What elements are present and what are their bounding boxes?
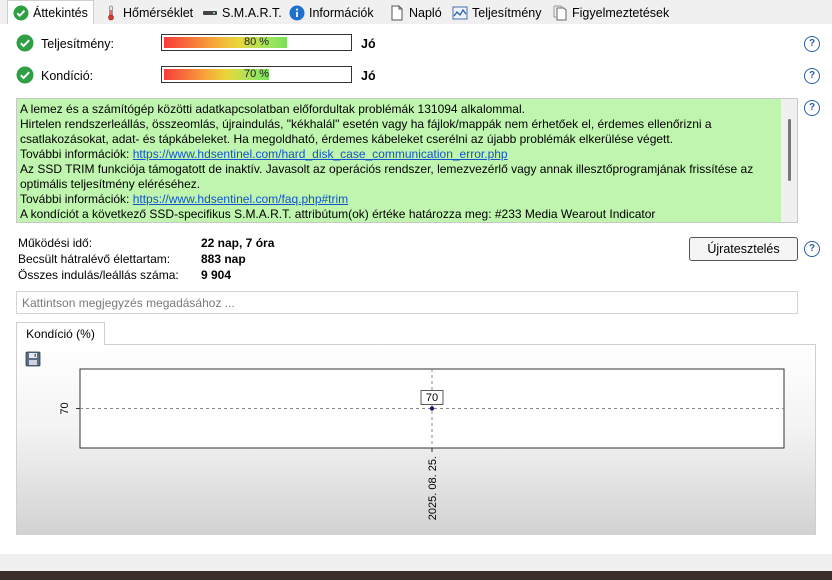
- check-circle-icon: [16, 34, 34, 52]
- trim-faq-link[interactable]: https://www.hdsentinel.com/faq.php#trim: [133, 192, 348, 206]
- message-line: Az SSD TRIM funkciója támogatott de inak…: [20, 162, 754, 191]
- document-icon: [391, 5, 403, 21]
- remaining-lifetime-value: 883 nap: [201, 252, 246, 266]
- taskbar-background: [0, 571, 832, 580]
- message-line: Hirtelen rendszerleállás, összeomlás, új…: [20, 117, 712, 146]
- health-bar: 70 %: [161, 66, 352, 83]
- check-circle-icon: [16, 66, 34, 84]
- tab-label: Áttekintés: [33, 6, 88, 20]
- performance-verdict: Jó: [361, 37, 376, 51]
- performance-bar-text: 80 %: [243, 36, 270, 48]
- performance-bar: 80 %: [161, 34, 352, 51]
- tab-label: Információk: [309, 6, 374, 20]
- thermometer-icon: [108, 5, 114, 21]
- status-message-box: A lemez és a számítógép közötti adatkapc…: [16, 98, 798, 223]
- uptime-label: Működési idő:: [18, 236, 93, 250]
- health-chart: 70 70 2025. 08. 25.: [59, 368, 785, 520]
- tab-label: S.M.A.R.T.: [222, 6, 282, 20]
- power-cycles-value: 9 904: [201, 268, 232, 282]
- alerts-icon: [553, 5, 567, 21]
- tab-alerts[interactable]: Figyelmeztetések: [546, 2, 675, 23]
- taskbar-strip: [0, 554, 832, 580]
- tab-label: Napló: [409, 6, 442, 20]
- tab-log[interactable]: Napló: [383, 2, 448, 23]
- data-label: 70: [426, 392, 438, 404]
- help-icon[interactable]: ?: [804, 100, 820, 116]
- more-info-label: További információk:: [20, 192, 133, 206]
- tab-information[interactable]: Információk: [283, 2, 380, 23]
- tab-smart[interactable]: S.M.A.R.T.: [196, 2, 288, 23]
- note-input[interactable]: [16, 291, 798, 314]
- remaining-lifetime-label: Becsült hátralévő élettartam:: [18, 252, 171, 266]
- drive-icon: [203, 11, 217, 15]
- data-point: [429, 406, 435, 411]
- tab-bar: Áttekintés Hőmérséklet S.M.A.R.T. Inform…: [0, 0, 832, 25]
- y-tick-label: 70: [59, 402, 71, 414]
- health-label: Kondíció:: [41, 69, 94, 83]
- message-line: A lemez és a számítógép közötti adatkapc…: [20, 102, 525, 116]
- help-icon[interactable]: ?: [804, 36, 820, 52]
- communication-error-link[interactable]: https://www.hdsentinel.com/hard_disk_cas…: [133, 147, 508, 161]
- tab-temperature[interactable]: Hőmérséklet: [97, 2, 199, 23]
- overview-panel: Teljesítmény: 80 % Jó ? Kondíció: 70 % J…: [0, 24, 832, 554]
- tab-health-chart[interactable]: Kondíció (%): [16, 322, 105, 345]
- more-info-label: További információk:: [20, 147, 133, 161]
- message-line: További információk: https://www.hdsenti…: [20, 147, 778, 162]
- performance-label: Teljesítmény:: [41, 37, 114, 51]
- tab-performance[interactable]: Teljesítmény: [446, 2, 547, 23]
- scrollbar-thumb[interactable]: [788, 119, 791, 181]
- message-line: A kondíciót a következő SSD-specifikus S…: [20, 207, 656, 221]
- health-bar-text: 70 %: [243, 68, 270, 80]
- info-icon: [289, 5, 305, 21]
- health-chart-area: 70 70 2025. 08. 25.: [16, 344, 816, 535]
- tab-label: Figyelmeztetések: [572, 6, 670, 20]
- help-icon[interactable]: ?: [804, 241, 820, 257]
- message-line: További információk: https://www.hdsenti…: [20, 192, 778, 207]
- check-circle-icon: [13, 5, 29, 21]
- power-cycles-label: Összes indulás/leállás száma:: [18, 268, 179, 282]
- message-scrollbar[interactable]: [781, 99, 797, 222]
- tab-overview[interactable]: Áttekintés: [7, 0, 94, 25]
- x-tick-label: 2025. 08. 25.: [427, 456, 439, 520]
- retest-button[interactable]: Újratesztelés: [689, 237, 798, 261]
- health-verdict: Jó: [361, 69, 376, 83]
- uptime-value: 22 nap, 7 óra: [201, 236, 275, 250]
- tab-label: Teljesítmény: [472, 6, 542, 20]
- performance-chart-icon: [452, 6, 468, 20]
- status-message-text: A lemez és a számítógép közötti adatkapc…: [17, 99, 781, 222]
- help-icon[interactable]: ?: [804, 68, 820, 84]
- tab-label: Hőmérséklet: [123, 6, 194, 20]
